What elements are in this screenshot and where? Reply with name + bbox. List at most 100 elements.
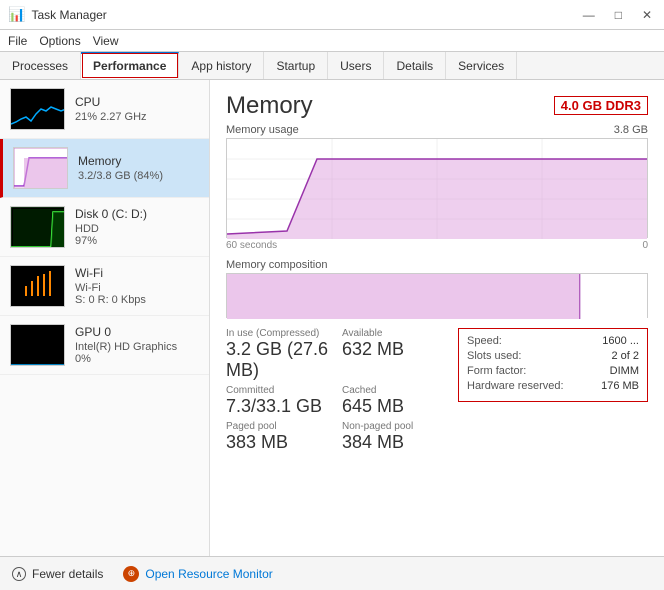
open-resource-monitor-label: Open Resource Monitor — [145, 567, 272, 581]
content-panel: Memory 4.0 GB DDR3 Memory usage 3.8 GB — [210, 80, 664, 556]
usage-chart-max: 3.8 GB — [614, 124, 648, 136]
close-button[interactable]: ✕ — [638, 8, 656, 22]
cpu-value: 21% 2.27 GHz — [75, 111, 199, 123]
stat-in-use: In use (Compressed) 3.2 GB (27.6 MB) — [226, 328, 334, 381]
spec-hw-reserved-label: Hardware reserved: — [467, 380, 564, 392]
cpu-info: CPU 21% 2.27 GHz — [75, 95, 199, 123]
memory-usage-svg — [227, 139, 647, 239]
spec-hw-reserved-value: 176 MB — [601, 380, 639, 392]
cpu-mini-chart — [10, 88, 65, 130]
stats-grid: In use (Compressed) 3.2 GB (27.6 MB) Ava… — [226, 328, 450, 453]
title-bar-left: 📊 Task Manager — [8, 6, 107, 23]
open-resource-monitor-button[interactable]: ⊕ Open Resource Monitor — [123, 566, 272, 582]
chart-time-labels: 60 seconds 0 — [226, 240, 648, 251]
spec-form-factor-value: DIMM — [610, 365, 639, 377]
spec-slots: Slots used: 2 of 2 — [467, 350, 639, 362]
usage-chart-label: Memory usage 3.8 GB — [226, 124, 648, 136]
app-icon: 📊 — [8, 6, 25, 23]
maximize-button[interactable]: □ — [611, 8, 626, 22]
gpu-chart-svg — [11, 325, 65, 366]
stat-committed-value: 7.3/33.1 GB — [226, 396, 334, 417]
main-content: CPU 21% 2.27 GHz Memory 3.2/3.8 GB (84%) — [0, 80, 664, 556]
spec-hw-reserved: Hardware reserved: 176 MB — [467, 380, 639, 392]
tab-app-history[interactable]: App history — [179, 52, 264, 79]
composition-svg — [227, 274, 647, 319]
composition-label: Memory composition — [226, 259, 648, 271]
stat-committed: Committed 7.3/33.1 GB — [226, 385, 334, 417]
stat-non-paged-pool: Non-paged pool 384 MB — [342, 421, 450, 453]
spec-slots-value: 2 of 2 — [611, 350, 639, 362]
spec-speed-value: 1600 ... — [602, 335, 639, 347]
spec-form-factor-label: Form factor: — [467, 365, 526, 377]
tab-startup[interactable]: Startup — [264, 52, 328, 79]
fewer-details-label: Fewer details — [32, 567, 103, 581]
stat-in-use-label: In use (Compressed) — [226, 328, 334, 339]
cpu-label: CPU — [75, 95, 199, 109]
sidebar-item-disk[interactable]: Disk 0 (C: D:) HDD97% — [0, 198, 209, 257]
tab-users[interactable]: Users — [328, 52, 384, 79]
chevron-up-icon: ∧ — [12, 567, 26, 581]
wifi-value: Wi-FiS: 0 R: 0 Kbps — [75, 282, 199, 306]
menu-view[interactable]: View — [93, 34, 119, 48]
fewer-details-button[interactable]: ∧ Fewer details — [12, 567, 103, 581]
wifi-info: Wi-Fi Wi-FiS: 0 R: 0 Kbps — [75, 266, 199, 306]
stat-in-use-value: 3.2 GB (27.6 MB) — [226, 339, 334, 381]
tab-details[interactable]: Details — [384, 52, 446, 79]
memory-info: Memory 3.2/3.8 GB (84%) — [78, 154, 199, 182]
sidebar-item-wifi[interactable]: Wi-Fi Wi-FiS: 0 R: 0 Kbps — [0, 257, 209, 316]
spec-speed-label: Speed: — [467, 335, 502, 347]
stat-committed-label: Committed — [226, 385, 334, 396]
cpu-chart-svg — [11, 89, 65, 130]
tab-processes[interactable]: Processes — [0, 52, 81, 79]
disk-info: Disk 0 (C: D:) HDD97% — [75, 207, 199, 247]
title-bar: 📊 Task Manager — □ ✕ — [0, 0, 664, 30]
menu-file[interactable]: File — [8, 34, 27, 48]
content-header: Memory 4.0 GB DDR3 — [226, 92, 648, 120]
usage-label-text: Memory usage — [226, 124, 299, 136]
tab-services[interactable]: Services — [446, 52, 517, 79]
stat-paged-pool: Paged pool 383 MB — [226, 421, 334, 453]
title-bar-controls: — □ ✕ — [579, 8, 656, 22]
tab-bar: Processes Performance App history Startu… — [0, 52, 664, 80]
tab-performance[interactable]: Performance — [81, 52, 179, 79]
spec-slots-label: Slots used: — [467, 350, 521, 362]
disk-label: Disk 0 (C: D:) — [75, 207, 199, 221]
resource-monitor-icon: ⊕ — [123, 566, 139, 582]
stat-available: Available 632 MB — [342, 328, 450, 381]
stat-non-paged-pool-label: Non-paged pool — [342, 421, 450, 432]
gpu-info: GPU 0 Intel(R) HD Graphics0% — [75, 325, 199, 365]
memory-label: Memory — [78, 154, 199, 168]
sidebar-item-memory[interactable]: Memory 3.2/3.8 GB (84%) — [0, 139, 209, 198]
menu-options[interactable]: Options — [39, 34, 80, 48]
time-right-label: 0 — [642, 240, 648, 251]
sidebar-item-gpu[interactable]: GPU 0 Intel(R) HD Graphics0% — [0, 316, 209, 375]
gpu-label: GPU 0 — [75, 325, 199, 339]
content-badge: 4.0 GB DDR3 — [554, 96, 648, 115]
stat-cached-value: 645 MB — [342, 396, 450, 417]
minimize-button[interactable]: — — [579, 8, 599, 22]
spec-form-factor: Form factor: DIMM — [467, 365, 639, 377]
disk-chart-svg — [11, 207, 65, 248]
gpu-mini-chart — [10, 324, 65, 366]
stat-available-label: Available — [342, 328, 450, 339]
bottom-section: In use (Compressed) 3.2 GB (27.6 MB) Ava… — [226, 328, 648, 459]
memory-chart-svg — [14, 148, 68, 189]
usage-chart — [226, 138, 648, 238]
right-specs-panel: Speed: 1600 ... Slots used: 2 of 2 Form … — [458, 328, 648, 402]
stat-cached: Cached 645 MB — [342, 385, 450, 417]
stat-non-paged-pool-value: 384 MB — [342, 432, 450, 453]
stat-available-value: 632 MB — [342, 339, 450, 360]
composition-chart — [226, 273, 648, 318]
disk-value: HDD97% — [75, 223, 199, 247]
left-stats: In use (Compressed) 3.2 GB (27.6 MB) Ava… — [226, 328, 450, 459]
sidebar-item-cpu[interactable]: CPU 21% 2.27 GHz — [0, 80, 209, 139]
wifi-chart-svg — [11, 266, 65, 307]
wifi-label: Wi-Fi — [75, 266, 199, 280]
memory-mini-chart — [13, 147, 68, 189]
stat-paged-pool-label: Paged pool — [226, 421, 334, 432]
content-title: Memory — [226, 92, 313, 120]
gpu-value: Intel(R) HD Graphics0% — [75, 341, 199, 365]
footer: ∧ Fewer details ⊕ Open Resource Monitor — [0, 556, 664, 590]
spec-speed: Speed: 1600 ... — [467, 335, 639, 347]
sidebar: CPU 21% 2.27 GHz Memory 3.2/3.8 GB (84%) — [0, 80, 210, 556]
